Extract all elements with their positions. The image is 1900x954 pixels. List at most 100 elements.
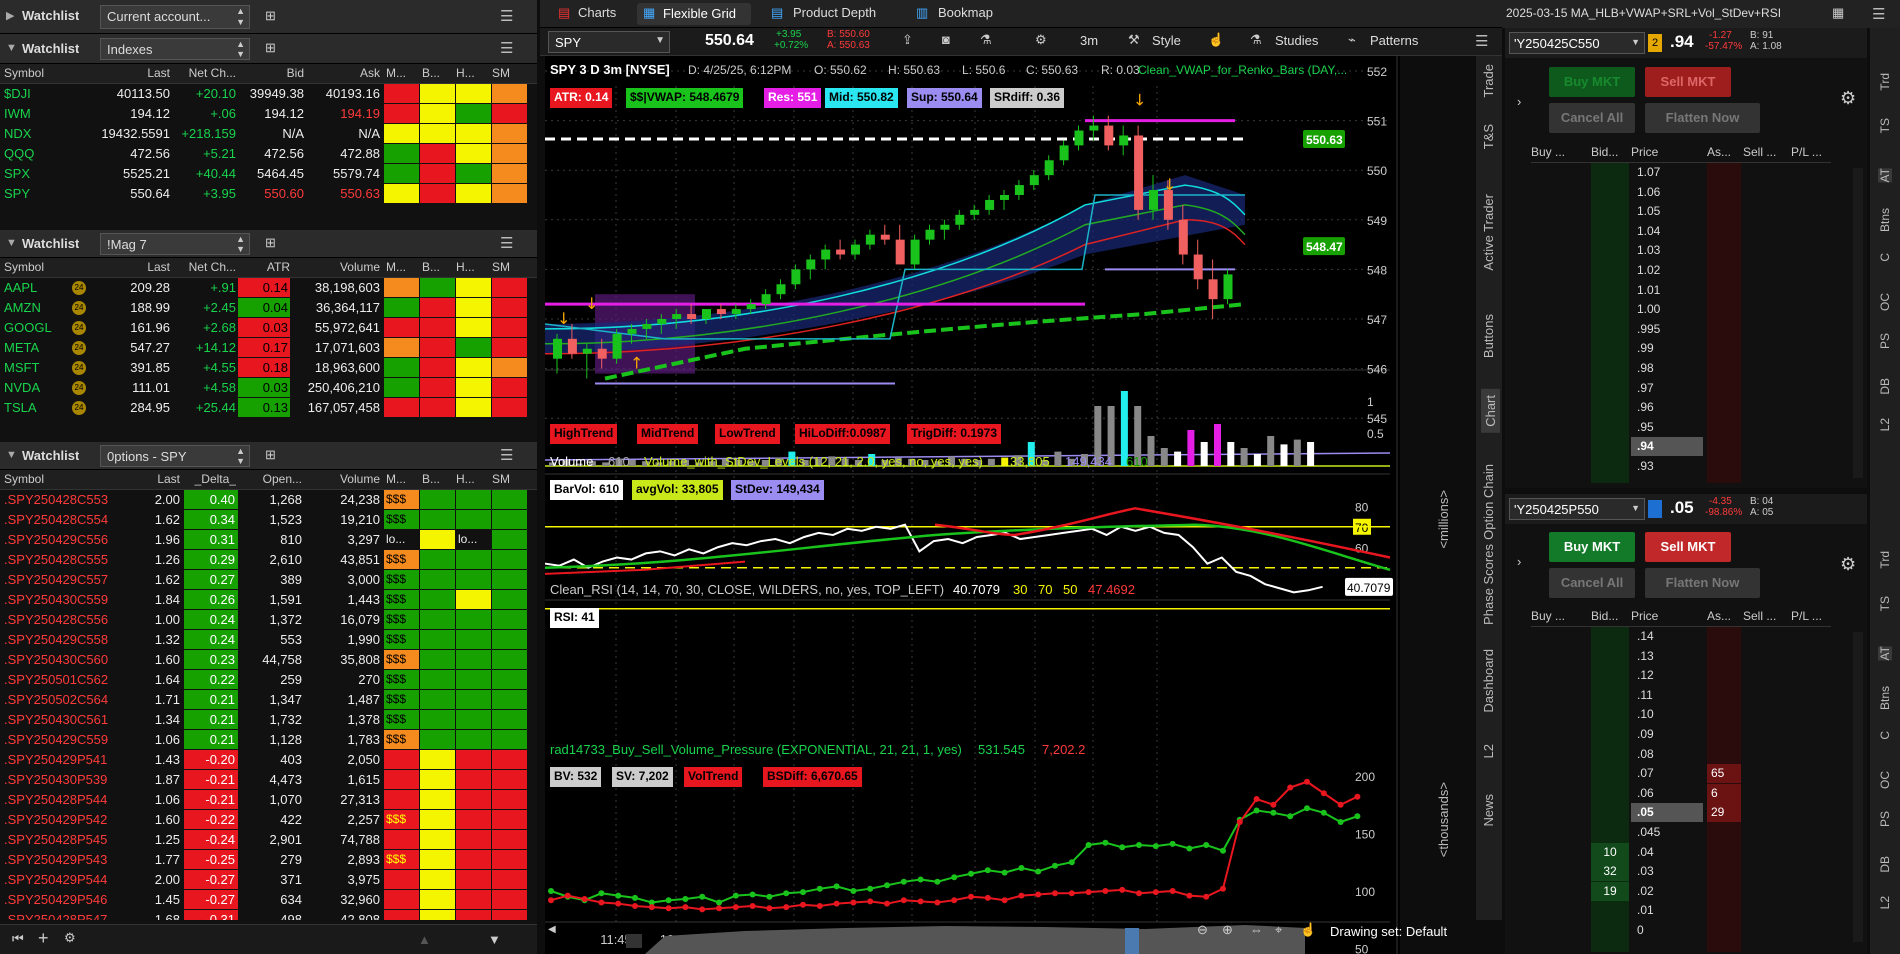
right-side-tab[interactable]: Trd: [1878, 551, 1892, 569]
spinner-icon[interactable]: ▲ ▼: [236, 6, 245, 28]
drawing-set[interactable]: Drawing set: Default: [1330, 924, 1447, 939]
side-tab[interactable]: Chart: [1481, 389, 1500, 433]
chevron-down-icon[interactable]: ▼: [655, 35, 665, 46]
tab-charts[interactable]: Charts: [578, 5, 616, 20]
ladder-row[interactable]: .09: [1531, 725, 1831, 744]
ladder-row[interactable]: .07 65: [1531, 764, 1831, 784]
at1-scrollbar[interactable]: [1853, 168, 1863, 478]
ladder-row[interactable]: .96: [1531, 398, 1831, 417]
table-row[interactable]: .SPY250428C554 1.62 0.34 1,523 19,210 $$$: [0, 510, 537, 530]
col-sm[interactable]: SM: [492, 470, 522, 489]
table-row[interactable]: .SPY250430C561 1.34 0.21 1,732 1,378 $$$: [0, 710, 537, 730]
table-row[interactable]: SPY 550.64 +3.95 550.60 550.63: [0, 184, 537, 204]
ladder-row[interactable]: .13: [1531, 647, 1831, 666]
studies-button[interactable]: Studies: [1275, 33, 1318, 48]
gear-icon[interactable]: ⚙: [1035, 32, 1047, 48]
table-row[interactable]: .SPY250429C556 1.96 0.31 810 3,297 lo... lo...: [0, 530, 537, 550]
ladder-row[interactable]: 0: [1531, 921, 1831, 940]
at1-flatten-button[interactable]: Flatten Now: [1645, 103, 1760, 133]
grid-layout-icon[interactable]: ▦: [1832, 5, 1844, 21]
col-last[interactable]: Last: [90, 258, 170, 277]
col-symbol[interactable]: Symbol: [4, 258, 74, 277]
spinner-icon[interactable]: ▲ ▼: [236, 39, 245, 59]
hand-icon[interactable]: ☝: [1208, 32, 1224, 48]
col-b[interactable]: B...: [422, 64, 452, 83]
right-side-tab[interactable]: AT: [1878, 168, 1892, 183]
chart-canvas[interactable]: 11:4512:0012:1512:3012:4513:0013:1513:30…: [545, 56, 1400, 954]
table-row[interactable]: TSLA 24 284.95 +25.44 0.13 167,057,458: [0, 398, 537, 418]
link-icon[interactable]: ⊞: [265, 447, 276, 463]
col-symbol[interactable]: Symbol: [4, 470, 74, 489]
right-side-tab[interactable]: L2: [1878, 418, 1892, 431]
flask-icon[interactable]: ⚗: [980, 32, 992, 48]
right-side-tab[interactable]: Btns: [1878, 208, 1892, 232]
ladder-row[interactable]: .14: [1531, 627, 1831, 646]
gear-icon[interactable]: ⚙: [1840, 88, 1856, 109]
at1-sell-button[interactable]: Sell MKT: [1645, 67, 1731, 97]
col-atr[interactable]: ATR: [240, 258, 290, 277]
table-row[interactable]: .SPY250430C560 1.60 0.23 44,758 35,808 $$$: [0, 650, 537, 670]
ladder-row[interactable]: .98: [1531, 359, 1831, 378]
table-row[interactable]: .SPY250429P546 1.45 -0.27 634 32,960: [0, 890, 537, 910]
collapse-icon[interactable]: ▼: [6, 237, 17, 249]
ladder-row[interactable]: 1.04: [1531, 222, 1831, 241]
table-row[interactable]: .SPY250429P544 2.00 -0.27 371 3,975: [0, 870, 537, 890]
col-h[interactable]: H...: [456, 258, 486, 277]
ladder-col-header[interactable]: As...: [1707, 607, 1741, 626]
watchlist1-selector[interactable]: Current account... ▲ ▼: [100, 5, 250, 29]
at1-buy-button[interactable]: Buy MKT: [1549, 67, 1635, 97]
right-side-tab[interactable]: OC: [1878, 771, 1892, 789]
ladder-row[interactable]: .08: [1531, 745, 1831, 764]
zoom-in-icon[interactable]: ⊕: [1222, 922, 1233, 938]
expand-icon[interactable]: ›: [1517, 554, 1521, 569]
link-icon[interactable]: ⊞: [265, 8, 276, 24]
col-h[interactable]: H...: [456, 64, 486, 83]
col-last[interactable]: Last: [90, 64, 170, 83]
right-side-tab[interactable]: Btns: [1878, 686, 1892, 710]
table-row[interactable]: MSFT 24 391.85 +4.55 0.18 18,963,600: [0, 358, 537, 378]
ladder-row[interactable]: .11: [1531, 686, 1831, 705]
ladder-col-header[interactable]: Sell ...: [1743, 143, 1787, 162]
ladder-col-header[interactable]: Price: [1631, 607, 1701, 626]
table-row[interactable]: QQQ 472.56 +5.21 472.56 472.88: [0, 144, 537, 164]
side-tab[interactable]: Dashboard: [1481, 649, 1496, 713]
gear-icon[interactable]: ⚙: [1840, 554, 1856, 575]
collapse-icon[interactable]: ▼: [6, 42, 17, 54]
table-row[interactable]: .SPY250428P544 1.06 -0.21 1,070 27,313: [0, 790, 537, 810]
spinner-icon[interactable]: ▲ ▼: [236, 234, 245, 254]
side-tab[interactable]: News: [1481, 794, 1496, 827]
col-m[interactable]: M...: [386, 258, 416, 277]
col-netchg[interactable]: Net Ch...: [172, 64, 236, 83]
side-tab[interactable]: Active Trader: [1481, 194, 1496, 271]
col-sm[interactable]: SM: [492, 258, 522, 277]
tab-flexible-grid[interactable]: ▦ Flexible Grid: [637, 3, 751, 25]
right-side-tab[interactable]: C: [1878, 731, 1892, 740]
ladder-row[interactable]: .93: [1531, 457, 1831, 476]
table-row[interactable]: .SPY250428C553 2.00 0.40 1,268 24,238 $$$: [0, 490, 537, 510]
table-row[interactable]: .SPY250430P539 1.87 -0.21 4,473 1,615: [0, 770, 537, 790]
collapse-icon[interactable]: ▶: [6, 9, 14, 22]
side-tab[interactable]: Phase Scores: [1481, 544, 1496, 625]
menu-icon[interactable]: ☰: [500, 234, 513, 252]
mag7-selector[interactable]: !Mag 7 ▲ ▼: [100, 233, 250, 255]
add-icon[interactable]: +: [38, 928, 49, 949]
table-row[interactable]: .SPY250428P545 1.25 -0.24 2,901 74,788: [0, 830, 537, 850]
tab-product-depth[interactable]: Product Depth: [793, 5, 876, 20]
collapse-icon[interactable]: ▼: [6, 449, 17, 461]
at1-symbol-input[interactable]: 'Y250425C550 ▼: [1509, 32, 1645, 54]
col-b[interactable]: B...: [422, 258, 452, 277]
ladder-row[interactable]: 1.02: [1531, 261, 1831, 280]
table-row[interactable]: IWM 194.12 +.06 194.12 194.19: [0, 104, 537, 124]
table-row[interactable]: $DJI 40113.50 +20.10 39949.38 40193.16: [0, 84, 537, 104]
scroll-up-icon[interactable]: ▲: [418, 932, 431, 947]
table-row[interactable]: .SPY250502C564 1.71 0.21 1,347 1,487 $$$: [0, 690, 537, 710]
right-side-tab[interactable]: AT: [1878, 646, 1892, 661]
ladder-col-header[interactable]: P/L ...: [1791, 607, 1831, 626]
at2-symbol-input[interactable]: 'Y250425P550 ▼: [1509, 498, 1645, 520]
ladder-row[interactable]: .01: [1531, 901, 1831, 920]
right-side-tab[interactable]: OC: [1878, 293, 1892, 311]
link-icon[interactable]: ⊞: [265, 40, 276, 56]
col-b[interactable]: B...: [422, 470, 452, 489]
hand-icon[interactable]: ☝: [1300, 922, 1316, 938]
camera-icon[interactable]: ◙: [942, 32, 950, 47]
